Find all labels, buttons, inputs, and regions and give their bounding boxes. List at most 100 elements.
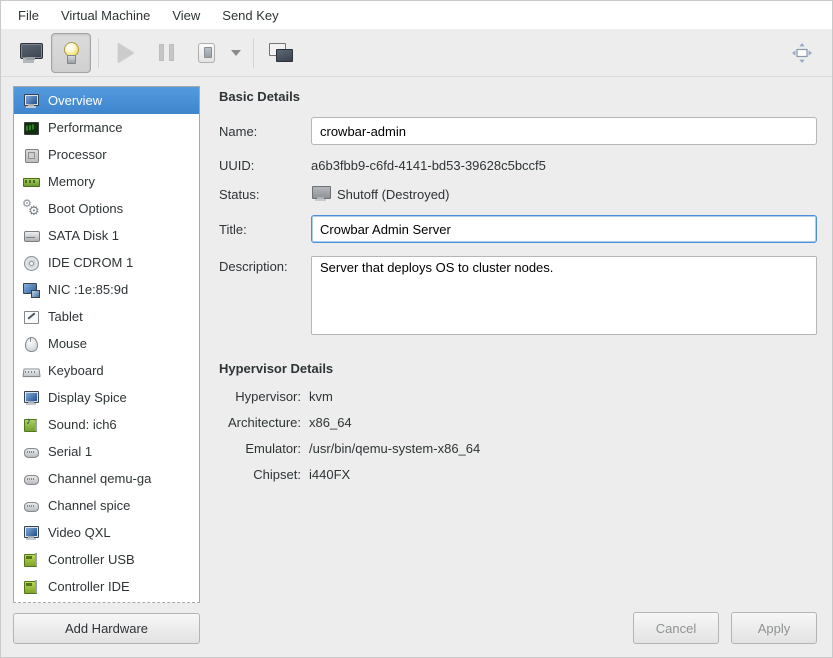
description-label: Description: — [219, 256, 311, 274]
sidebar-item-controller-ide[interactable]: Controller IDE — [14, 573, 199, 600]
sidebar-item-label: Processor — [48, 147, 107, 162]
sidebar-item-label: Memory — [48, 174, 95, 189]
video-icon — [23, 525, 39, 541]
sidebar-item-boot-options[interactable]: Boot Options — [14, 195, 199, 222]
add-hardware-button[interactable]: Add Hardware — [13, 613, 200, 644]
sidebar-item-label: Serial 1 — [48, 444, 92, 459]
sidebar-item-label: Controller IDE — [48, 579, 130, 594]
sidebar-item-video-qxl[interactable]: Video QXL — [14, 519, 199, 546]
emulator-label: Emulator: — [219, 441, 301, 456]
sidebar-item-label: IDE CDROM 1 — [48, 255, 133, 270]
hardware-panel: Overview Performance Processor Memory Bo… — [13, 86, 200, 644]
title-label: Title: — [219, 222, 311, 237]
action-footer: Cancel Apply — [219, 612, 817, 644]
hypervisor-details-title: Hypervisor Details — [219, 361, 817, 376]
cpu-icon — [23, 147, 39, 163]
sidebar-item-nic[interactable]: NIC :1e:85:9d — [14, 276, 199, 303]
channel-icon — [23, 498, 39, 514]
shutdown-menu-caret-icon — [231, 50, 241, 56]
sidebar-item-channel-spice[interactable]: Channel spice — [14, 492, 199, 519]
keyboard-icon — [23, 363, 39, 379]
details-panel: Basic Details Name: UUID: a6b3fbb9-c6fd-… — [200, 86, 817, 644]
pause-button[interactable] — [146, 33, 186, 73]
sidebar-item-channel-qemu-ga[interactable]: Channel qemu-ga — [14, 465, 199, 492]
cancel-button[interactable]: Cancel — [633, 612, 719, 644]
name-label: Name: — [219, 124, 311, 139]
vm-details-window: File Virtual Machine View Send Key — [0, 0, 833, 658]
menu-file[interactable]: File — [7, 3, 50, 28]
pause-icon — [159, 44, 174, 61]
run-button[interactable] — [106, 33, 146, 73]
hypervisor-details-section: Hypervisor Details Hypervisor: kvm Archi… — [219, 358, 817, 482]
uuid-label: UUID: — [219, 158, 311, 173]
console-monitor-icon — [19, 43, 43, 62]
monitor-icon — [23, 93, 39, 109]
disk-icon — [23, 228, 39, 244]
shutdown-menu-button[interactable] — [226, 33, 246, 73]
cdrom-icon — [23, 255, 39, 271]
menu-view[interactable]: View — [161, 3, 211, 28]
sidebar-item-tablet[interactable]: Tablet — [14, 303, 199, 330]
show-console-button[interactable] — [11, 33, 51, 73]
status-label: Status: — [219, 187, 311, 202]
performance-chart-icon — [23, 120, 39, 136]
gears-icon — [23, 201, 39, 217]
memory-icon — [23, 174, 39, 190]
multi-monitor-button[interactable] — [261, 33, 301, 73]
title-input[interactable] — [311, 215, 817, 243]
sidebar-item-label: Boot Options — [48, 201, 123, 216]
basic-details-form: Name: UUID: a6b3fbb9-c6fd-4141-bd53-3962… — [219, 117, 817, 335]
sidebar-item-label: Controller USB — [48, 552, 135, 567]
content-area: Overview Performance Processor Memory Bo… — [1, 77, 832, 657]
run-play-icon — [118, 43, 134, 63]
sidebar-item-controller-usb[interactable]: Controller USB — [14, 546, 199, 573]
apply-button[interactable]: Apply — [731, 612, 817, 644]
sidebar-item-label: Overview — [48, 93, 102, 108]
sidebar-item-keyboard[interactable]: Keyboard — [14, 357, 199, 384]
fullscreen-button[interactable] — [782, 33, 822, 73]
sidebar-item-sound[interactable]: Sound: ich6 — [14, 411, 199, 438]
sidebar-item-label: Performance — [48, 120, 122, 135]
fullscreen-icon — [789, 40, 815, 66]
shutdown-icon — [198, 43, 215, 63]
hypervisor-value: kvm — [309, 389, 817, 404]
display-icon — [23, 390, 39, 406]
sidebar-item-label: Keyboard — [48, 363, 104, 378]
multi-monitor-icon — [269, 43, 293, 63]
chipset-value: i440FX — [309, 467, 817, 482]
sidebar-item-label: SATA Disk 1 — [48, 228, 119, 243]
menubar: File Virtual Machine View Send Key — [1, 1, 832, 29]
sidebar-item-performance[interactable]: Performance — [14, 114, 199, 141]
sidebar-item-overview[interactable]: Overview — [14, 87, 199, 114]
sidebar-item-label: NIC :1e:85:9d — [48, 282, 128, 297]
network-icon — [23, 282, 39, 298]
menu-send-key[interactable]: Send Key — [211, 3, 289, 28]
sidebar-item-serial-1[interactable]: Serial 1 — [14, 438, 199, 465]
details-lightbulb-icon — [63, 42, 79, 64]
sidebar-item-display-spice[interactable]: Display Spice — [14, 384, 199, 411]
basic-details-title: Basic Details — [219, 89, 817, 104]
chipset-label: Chipset: — [219, 467, 301, 482]
show-details-button[interactable] — [51, 33, 91, 73]
controller-card-icon — [23, 552, 39, 568]
hardware-list: Overview Performance Processor Memory Bo… — [13, 86, 200, 603]
menu-virtual-machine[interactable]: Virtual Machine — [50, 3, 161, 28]
sidebar-item-label: Tablet — [48, 309, 83, 324]
shutdown-button[interactable] — [186, 33, 226, 73]
sidebar-item-label: Channel spice — [48, 498, 130, 513]
sidebar-item-memory[interactable]: Memory — [14, 168, 199, 195]
sidebar-item-ide-cdrom-1[interactable]: IDE CDROM 1 — [14, 249, 199, 276]
tablet-icon — [23, 309, 39, 325]
sidebar-item-mouse[interactable]: Mouse — [14, 330, 199, 357]
toolbar — [1, 29, 832, 77]
mouse-icon — [23, 336, 39, 352]
emulator-value: /usr/bin/qemu-system-x86_64 — [309, 441, 817, 456]
sidebar-item-label: Mouse — [48, 336, 87, 351]
sidebar-item-sata-disk-1[interactable]: SATA Disk 1 — [14, 222, 199, 249]
sidebar-item-label: Display Spice — [48, 390, 127, 405]
description-textarea[interactable]: Server that deploys OS to cluster nodes. — [311, 256, 817, 335]
uuid-value: a6b3fbb9-c6fd-4141-bd53-39628c5bccf5 — [311, 158, 817, 173]
status-value: Shutoff (Destroyed) — [337, 187, 449, 202]
name-input[interactable] — [311, 117, 817, 145]
sidebar-item-processor[interactable]: Processor — [14, 141, 199, 168]
